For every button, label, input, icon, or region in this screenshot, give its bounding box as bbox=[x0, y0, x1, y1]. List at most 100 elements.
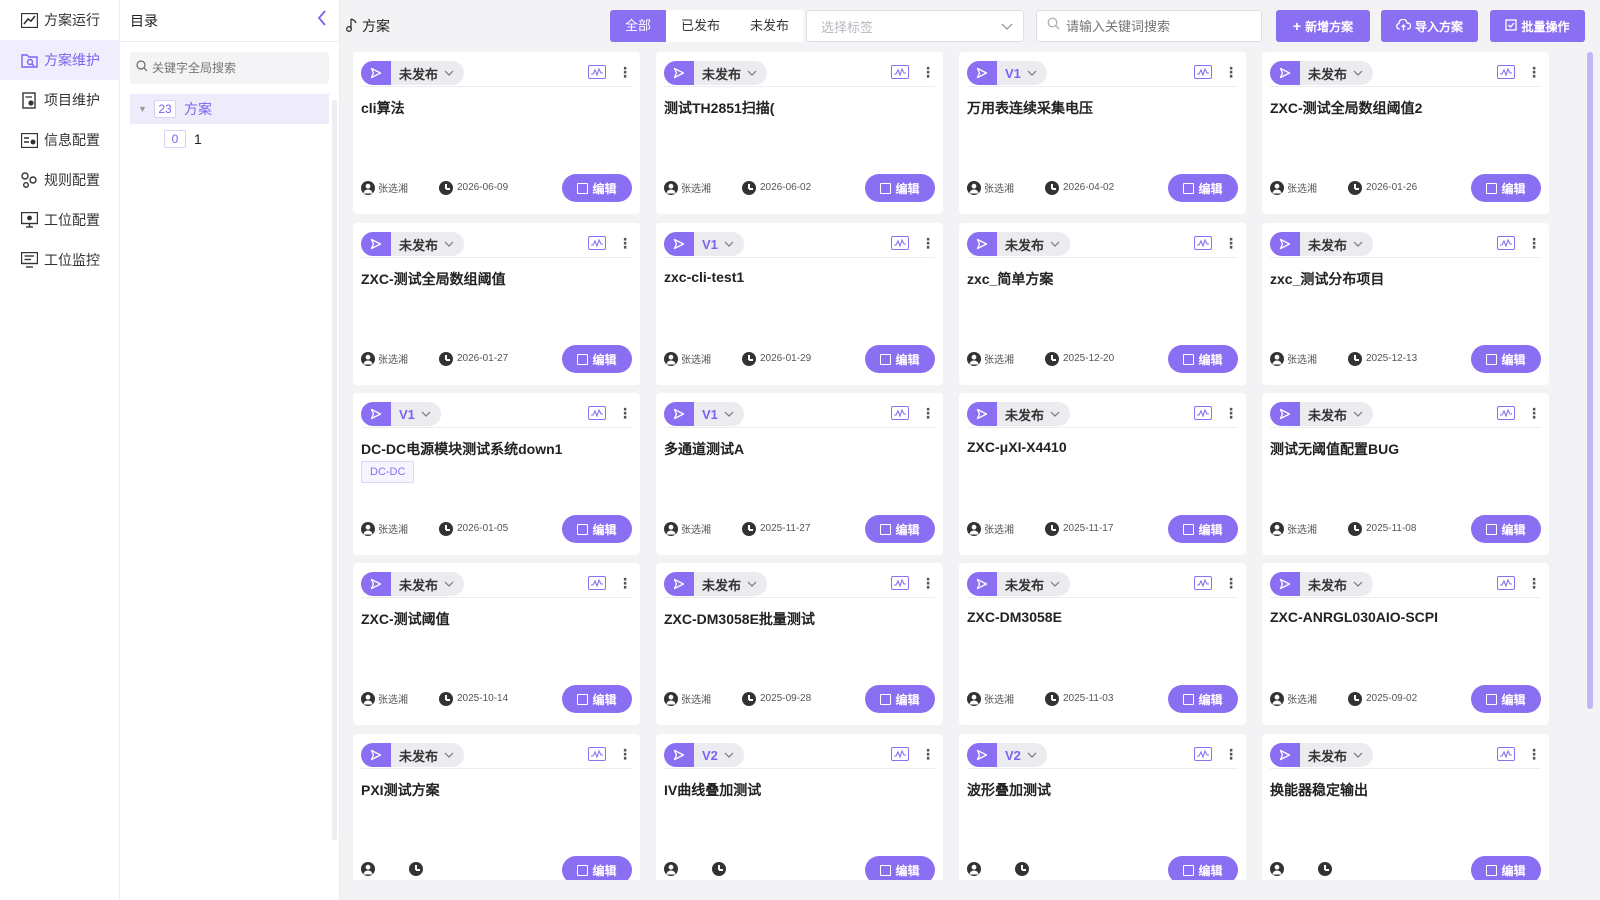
plan-card[interactable]: 未发布 ⋮ ZXC-ANRGL030AIO-SCPI 张选湘 2025-09-0… bbox=[1262, 563, 1549, 725]
more-vertical-icon[interactable]: ⋮ bbox=[1527, 236, 1541, 250]
plan-card[interactable]: V1 ⋮ DC-DC电源模块测试系统down1 张选湘 2026-01-05 编… bbox=[353, 393, 640, 555]
waveform-icon[interactable] bbox=[1497, 65, 1515, 79]
plan-card[interactable]: V2 ⋮ 波形叠加测试 编辑 bbox=[959, 734, 1246, 880]
import-plan-button[interactable]: 导入方案 bbox=[1381, 10, 1478, 42]
publish-dropdown[interactable]: V1 bbox=[361, 402, 441, 426]
nav-item-project-maintain[interactable]: 项目维护 bbox=[0, 80, 119, 120]
directory-scrollbar[interactable] bbox=[332, 100, 337, 840]
nav-item-station-monitor[interactable]: 工位监控 bbox=[0, 240, 119, 280]
edit-button[interactable]: 编辑 bbox=[1168, 345, 1238, 373]
waveform-icon[interactable] bbox=[1497, 576, 1515, 590]
plan-card[interactable]: 未发布 ⋮ ZXC-μXI-X4410 张选湘 2025-11-17 编辑 bbox=[959, 393, 1246, 555]
more-vertical-icon[interactable]: ⋮ bbox=[921, 576, 935, 590]
publish-dropdown[interactable]: V1 bbox=[967, 61, 1047, 85]
more-vertical-icon[interactable]: ⋮ bbox=[618, 406, 632, 420]
edit-button[interactable]: 编辑 bbox=[865, 345, 935, 373]
edit-button[interactable]: 编辑 bbox=[1471, 856, 1541, 880]
waveform-icon[interactable] bbox=[588, 236, 606, 250]
tag-select[interactable]: 选择标签 bbox=[806, 10, 1024, 42]
publish-dropdown[interactable]: 未发布 bbox=[361, 743, 465, 767]
publish-dropdown[interactable]: 未发布 bbox=[1270, 402, 1374, 426]
filter-all[interactable]: 全部 bbox=[610, 10, 667, 42]
publish-dropdown[interactable]: 未发布 bbox=[1270, 743, 1374, 767]
plan-card[interactable]: 未发布 ⋮ 测试TH2851扫描( 张选湘 2026-06-02 编辑 bbox=[656, 52, 943, 214]
more-vertical-icon[interactable]: ⋮ bbox=[1224, 747, 1238, 761]
waveform-icon[interactable] bbox=[1194, 747, 1212, 761]
plan-card[interactable]: 未发布 ⋮ cli算法 张选湘 2026-06-09 编辑 bbox=[353, 52, 640, 214]
plan-card[interactable]: 未发布 ⋮ 测试无阈值配置BUG 张选湘 2025-11-08 编辑 bbox=[1262, 393, 1549, 555]
more-vertical-icon[interactable]: ⋮ bbox=[618, 747, 632, 761]
plan-card[interactable]: V1 ⋮ 万用表连续采集电压 张选湘 2026-04-02 编辑 bbox=[959, 52, 1246, 214]
add-plan-button[interactable]: + 新增方案 bbox=[1276, 10, 1370, 42]
waveform-icon[interactable] bbox=[1497, 747, 1515, 761]
edit-button[interactable]: 编辑 bbox=[865, 515, 935, 543]
plan-card[interactable]: 未发布 ⋮ ZXC-测试全局数组阈值 张选湘 2026-01-27 编辑 bbox=[353, 223, 640, 385]
more-vertical-icon[interactable]: ⋮ bbox=[1527, 576, 1541, 590]
plan-card[interactable]: 未发布 ⋮ ZXC-DM3058E 张选湘 2025-11-03 编辑 bbox=[959, 563, 1246, 725]
more-vertical-icon[interactable]: ⋮ bbox=[1224, 576, 1238, 590]
plan-card[interactable]: 未发布 ⋮ ZXC-DM3058E批量测试 张选湘 2025-09-28 编辑 bbox=[656, 563, 943, 725]
publish-dropdown[interactable]: V2 bbox=[967, 743, 1047, 767]
waveform-icon[interactable] bbox=[588, 747, 606, 761]
keyword-search-input[interactable] bbox=[1066, 18, 1251, 34]
more-vertical-icon[interactable]: ⋮ bbox=[921, 747, 935, 761]
waveform-icon[interactable] bbox=[1194, 576, 1212, 590]
plan-card[interactable]: 未发布 ⋮ zxc_测试分布项目 张选湘 2025-12-13 编辑 bbox=[1262, 223, 1549, 385]
plan-card[interactable]: 未发布 ⋮ zxc_简单方案 张选湘 2025-12-20 编辑 bbox=[959, 223, 1246, 385]
publish-dropdown[interactable]: 未发布 bbox=[664, 572, 768, 596]
waveform-icon[interactable] bbox=[1497, 236, 1515, 250]
edit-button[interactable]: 编辑 bbox=[1168, 685, 1238, 713]
collapse-icon[interactable] bbox=[317, 10, 327, 31]
nav-item-plan-run[interactable]: 方案运行 bbox=[0, 0, 119, 40]
plan-card[interactable]: V2 ⋮ IV曲线叠加测试 编辑 bbox=[656, 734, 943, 880]
edit-button[interactable]: 编辑 bbox=[562, 856, 632, 880]
batch-operation-button[interactable]: 批量操作 bbox=[1490, 10, 1585, 42]
edit-button[interactable]: 编辑 bbox=[562, 515, 632, 543]
edit-button[interactable]: 编辑 bbox=[1471, 174, 1541, 202]
edit-button[interactable]: 编辑 bbox=[562, 174, 632, 202]
edit-button[interactable]: 编辑 bbox=[865, 685, 935, 713]
publish-dropdown[interactable]: 未发布 bbox=[967, 402, 1071, 426]
edit-button[interactable]: 编辑 bbox=[1471, 345, 1541, 373]
filter-published[interactable]: 已发布 bbox=[666, 10, 735, 42]
publish-dropdown[interactable]: 未发布 bbox=[361, 232, 465, 256]
more-vertical-icon[interactable]: ⋮ bbox=[1527, 406, 1541, 420]
publish-dropdown[interactable]: 未发布 bbox=[967, 232, 1071, 256]
more-vertical-icon[interactable]: ⋮ bbox=[1527, 65, 1541, 79]
publish-dropdown[interactable]: V1 bbox=[664, 232, 744, 256]
waveform-icon[interactable] bbox=[891, 65, 909, 79]
plan-card[interactable]: 未发布 ⋮ PXI测试方案 编辑 bbox=[353, 734, 640, 880]
caret-down-icon[interactable]: ▼ bbox=[138, 104, 150, 114]
publish-dropdown[interactable]: 未发布 bbox=[967, 572, 1071, 596]
filter-unpublished[interactable]: 未发布 bbox=[735, 10, 804, 42]
directory-search-input[interactable] bbox=[152, 61, 322, 75]
more-vertical-icon[interactable]: ⋮ bbox=[1224, 406, 1238, 420]
plan-card[interactable]: V1 ⋮ zxc-cli-test1 张选湘 2026-01-29 编辑 bbox=[656, 223, 943, 385]
waveform-icon[interactable] bbox=[1194, 406, 1212, 420]
plan-card[interactable]: V1 ⋮ 多通道测试A 张选湘 2025-11-27 编辑 bbox=[656, 393, 943, 555]
publish-dropdown[interactable]: 未发布 bbox=[361, 61, 465, 85]
plan-card[interactable]: 未发布 ⋮ 换能器稳定输出 编辑 bbox=[1262, 734, 1549, 880]
more-vertical-icon[interactable]: ⋮ bbox=[1527, 747, 1541, 761]
waveform-icon[interactable] bbox=[588, 406, 606, 420]
waveform-icon[interactable] bbox=[891, 747, 909, 761]
waveform-icon[interactable] bbox=[1194, 236, 1212, 250]
edit-button[interactable]: 编辑 bbox=[562, 345, 632, 373]
tree-node-child[interactable]: 0 1 bbox=[130, 124, 329, 154]
publish-dropdown[interactable]: 未发布 bbox=[1270, 572, 1374, 596]
tree-node-root[interactable]: ▼ 23 方案 bbox=[130, 94, 329, 124]
more-vertical-icon[interactable]: ⋮ bbox=[921, 406, 935, 420]
waveform-icon[interactable] bbox=[588, 65, 606, 79]
publish-dropdown[interactable]: V1 bbox=[664, 402, 744, 426]
waveform-icon[interactable] bbox=[588, 576, 606, 590]
nav-item-rule-config[interactable]: 规则配置 bbox=[0, 160, 119, 200]
nav-item-station-config[interactable]: 工位配置 bbox=[0, 200, 119, 240]
publish-dropdown[interactable]: 未发布 bbox=[664, 61, 768, 85]
edit-button[interactable]: 编辑 bbox=[1471, 685, 1541, 713]
more-vertical-icon[interactable]: ⋮ bbox=[921, 65, 935, 79]
edit-button[interactable]: 编辑 bbox=[1168, 856, 1238, 880]
nav-item-plan-maintain[interactable]: 方案维护 bbox=[0, 40, 119, 80]
waveform-icon[interactable] bbox=[1194, 65, 1212, 79]
nav-item-info-config[interactable]: 信息配置 bbox=[0, 120, 119, 160]
publish-dropdown[interactable]: V2 bbox=[664, 743, 744, 767]
